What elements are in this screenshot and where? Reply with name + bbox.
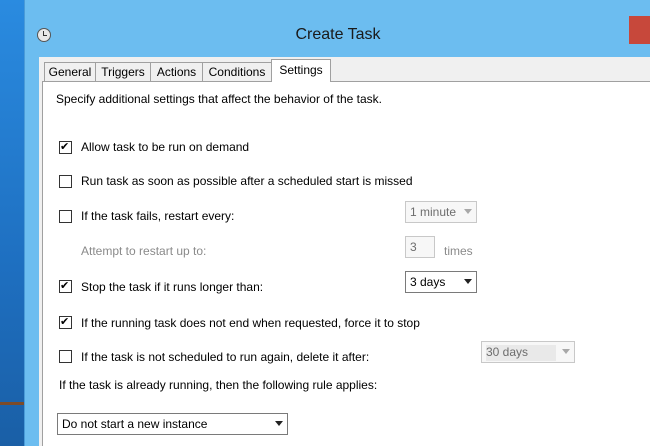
create-task-window: Create Task General Triggers Actions Con… <box>24 0 650 446</box>
tab-triggers[interactable]: Triggers <box>95 62 151 81</box>
rule-value: Do not start a new instance <box>62 417 208 431</box>
stop-if-longer-label[interactable]: Stop the task if it runs longer than: <box>81 280 263 294</box>
restart-attempts-label: Attempt to restart up to: <box>81 244 207 258</box>
delete-after-label[interactable]: If the task is not scheduled to run agai… <box>81 350 369 364</box>
title-bar[interactable]: Create Task <box>25 0 650 44</box>
run-asap-checkbox[interactable] <box>59 175 72 188</box>
allow-on-demand-checkbox[interactable] <box>59 140 72 154</box>
stop-duration-select[interactable]: 3 days <box>405 271 477 293</box>
tab-conditions[interactable]: Conditions <box>202 62 272 81</box>
run-asap-label[interactable]: Run task as soon as possible after a sch… <box>81 174 413 188</box>
restart-on-fail-checkbox[interactable] <box>59 210 72 223</box>
chevron-down-icon <box>464 279 472 284</box>
restart-interval-value: 1 minute <box>410 205 457 219</box>
tab-actions[interactable]: Actions <box>150 62 203 81</box>
close-button[interactable] <box>629 16 650 44</box>
rule-label: If the task is already running, then the… <box>59 378 378 392</box>
tab-general[interactable]: General <box>44 62 96 81</box>
window-title: Create Task <box>295 26 381 43</box>
restart-on-fail-label[interactable]: If the task fails, restart every: <box>81 209 234 223</box>
chevron-down-icon <box>275 421 283 426</box>
rule-select[interactable]: Do not start a new instance <box>57 413 288 435</box>
stop-if-longer-checkbox[interactable] <box>59 279 72 293</box>
tab-settings[interactable]: Settings <box>271 59 331 82</box>
restart-attempts-field[interactable]: 3 <box>405 236 435 258</box>
delete-after-value: 30 days <box>486 345 529 359</box>
stop-duration-value: 3 days <box>410 275 446 289</box>
delete-after-select[interactable]: 30 days <box>481 341 575 363</box>
restart-interval-select[interactable]: 1 minute <box>405 201 477 223</box>
chevron-down-icon <box>562 349 570 354</box>
chevron-down-icon <box>464 209 472 214</box>
desktop-decoration <box>0 402 24 405</box>
restart-attempts-value: 3 <box>410 240 417 254</box>
settings-panel: Specify additional settings that affect … <box>42 81 650 446</box>
settings-intro: Specify additional settings that affect … <box>56 92 382 106</box>
allow-on-demand-label[interactable]: Allow task to be run on demand <box>81 140 249 154</box>
delete-after-checkbox[interactable] <box>59 350 72 363</box>
desktop-background <box>0 0 24 446</box>
force-stop-checkbox[interactable] <box>59 315 72 329</box>
restart-attempts-unit: times <box>444 244 473 258</box>
force-stop-label[interactable]: If the running task does not end when re… <box>81 316 420 330</box>
dialog-client-area: General Triggers Actions Conditions Sett… <box>39 57 650 446</box>
